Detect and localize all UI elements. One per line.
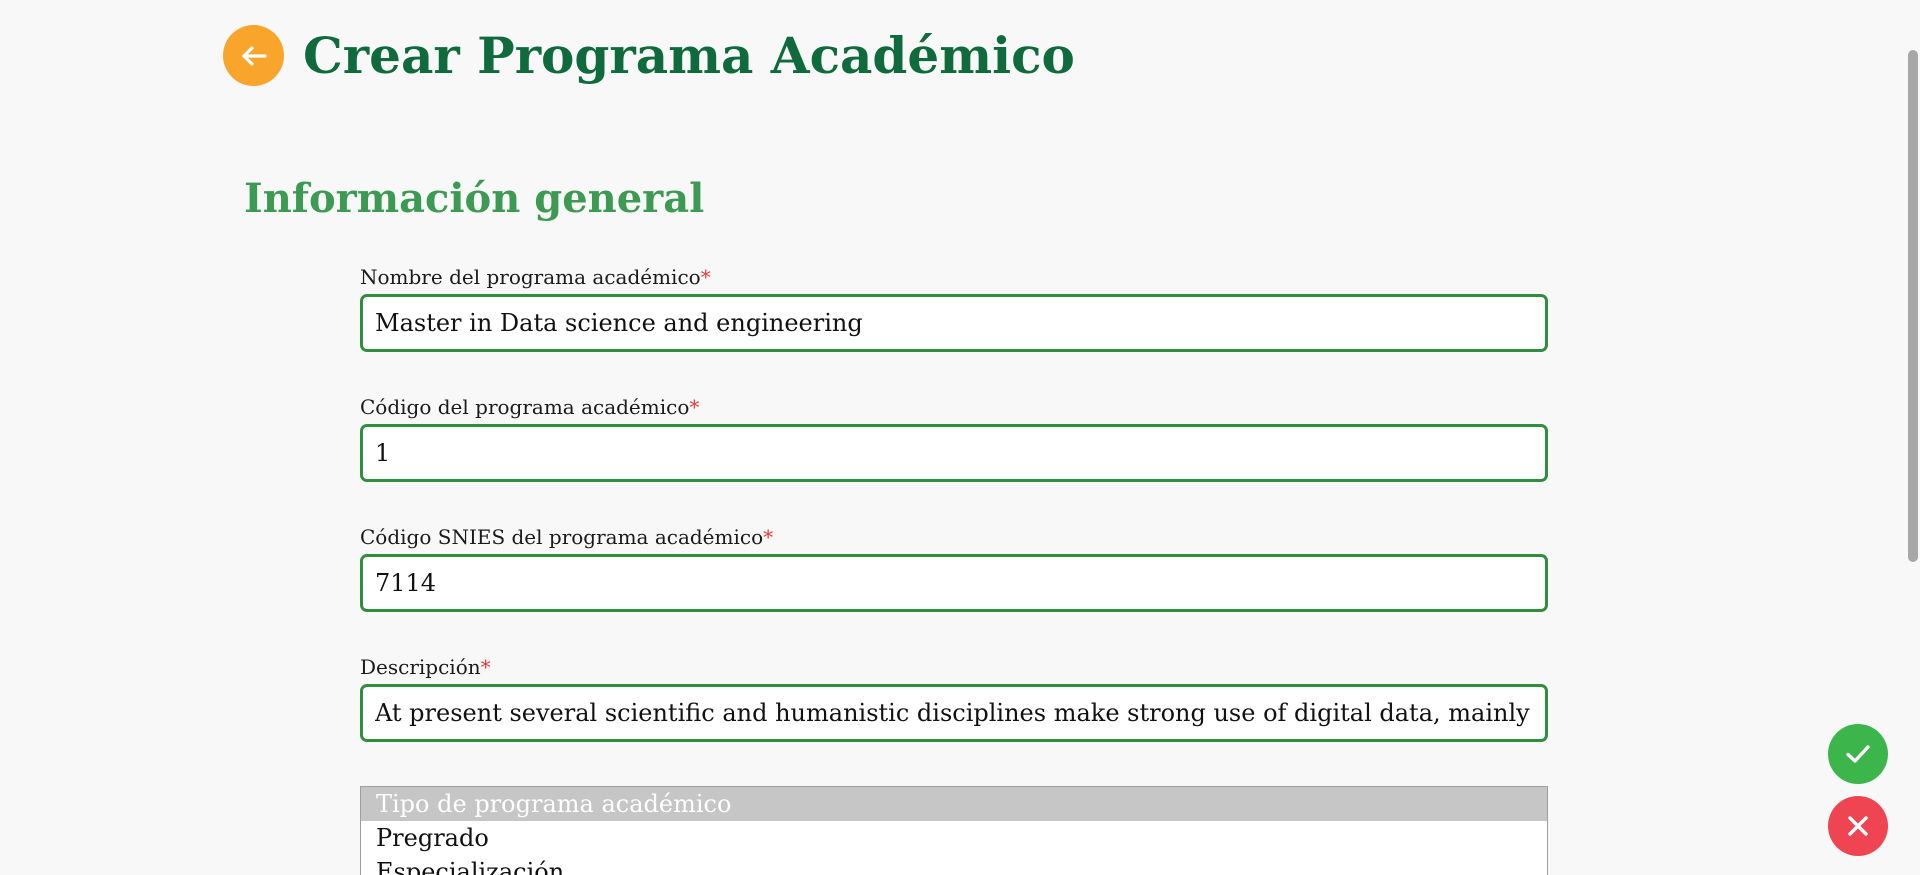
program-type-select[interactable]: Tipo de programa académico Pregrado Espe… (360, 786, 1548, 875)
confirm-button[interactable] (1828, 724, 1888, 784)
program-type-option-especializacion[interactable]: Especialización (361, 855, 1547, 875)
close-icon (1848, 816, 1868, 836)
program-name-label: Nombre del programa académico* (360, 264, 711, 290)
back-button[interactable] (223, 25, 284, 86)
required-mark: * (700, 265, 711, 289)
cancel-button[interactable] (1828, 796, 1888, 856)
program-code-label: Código del programa académico* (360, 394, 699, 420)
required-mark: * (480, 655, 491, 679)
snies-code-input[interactable] (360, 554, 1548, 612)
description-label-text: Descripción (360, 655, 481, 679)
page-title: Crear Programa Académico (303, 26, 1075, 85)
snies-code-label-text: Código SNIES del programa académico (360, 525, 764, 549)
program-code-label-text: Código del programa académico (360, 395, 690, 419)
section-title: Información general (244, 175, 705, 222)
snies-code-label: Código SNIES del programa académico* (360, 524, 773, 550)
description-input[interactable] (360, 684, 1548, 742)
arrow-left-icon (241, 45, 267, 66)
program-type-placeholder: Tipo de programa académico (361, 787, 1547, 821)
create-program-page: Crear Programa Académico Información gen… (0, 0, 1920, 875)
program-type-option-pregrado[interactable]: Pregrado (361, 821, 1547, 855)
program-code-input[interactable] (360, 424, 1548, 482)
program-name-input[interactable] (360, 294, 1548, 352)
required-mark: * (763, 525, 774, 549)
program-name-label-text: Nombre del programa académico (360, 265, 701, 289)
scrollbar-thumb[interactable] (1908, 50, 1918, 562)
checkmark-icon (1846, 745, 1870, 763)
description-label: Descripción* (360, 654, 491, 680)
required-mark: * (689, 395, 700, 419)
